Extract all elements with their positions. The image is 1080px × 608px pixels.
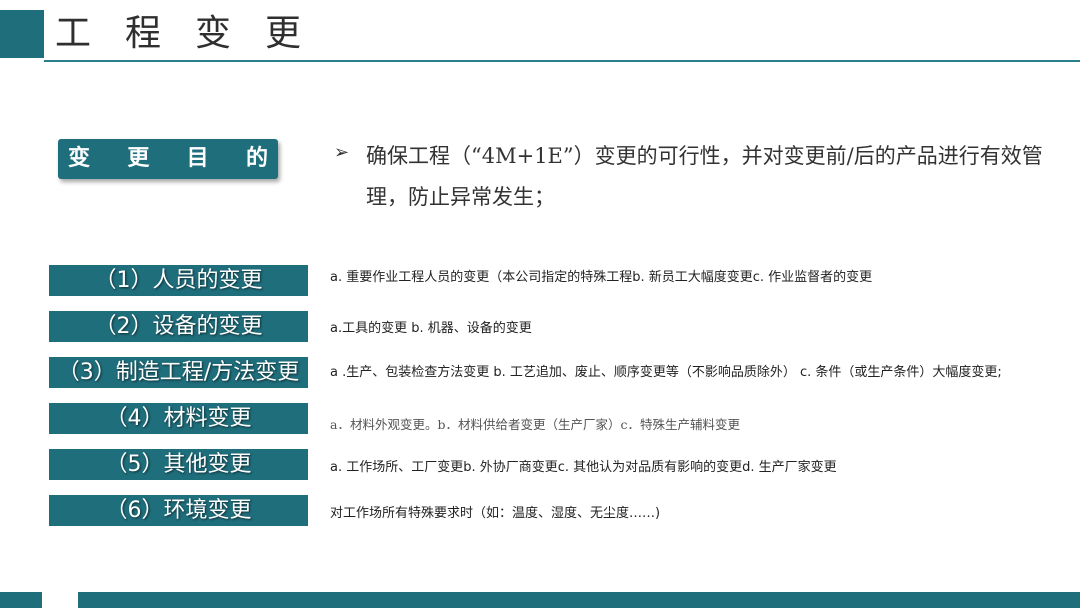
footer-bar xyxy=(78,592,1080,608)
header-accent-block xyxy=(0,10,44,58)
category-label-personnel: （1）人员的变更 xyxy=(49,265,308,296)
category-label-material: （4）材料变更 xyxy=(49,403,308,434)
category-label-other: （5）其他变更 xyxy=(49,449,308,480)
category-label-equipment: （2）设备的变更 xyxy=(49,311,308,342)
purpose-badge-char: 的 xyxy=(245,146,268,171)
category-desc-equipment: a.工具的变更 b. 机器、设备的变更 xyxy=(330,321,532,336)
category-label-process: （3）制造工程/方法变更 xyxy=(49,357,308,388)
category-desc-other: a. 工作场所、工厂变更b. 外协厂商变更c. 其他认为对品质有影响的变更d. … xyxy=(330,460,837,475)
category-desc-personnel: a. 重要作业工程人员的变更（本公司指定的特殊工程b. 新员工大幅度变更c. 作… xyxy=(330,270,873,285)
purpose-text: 确保工程（“4M+1E”）变更的可行性，并对变更前/后的产品进行有效管理，防止异… xyxy=(366,144,1043,209)
footer-accent-block xyxy=(0,592,42,608)
page-title: 工程变更 xyxy=(55,13,336,54)
header-divider xyxy=(44,60,1080,62)
purpose-badge-char: 目 xyxy=(186,146,209,171)
category-desc-material: a．材料外观变更。b．材料供给者变更（生产厂家）c．特殊生产辅料变更 xyxy=(330,417,740,432)
purpose-badge: 变 更 目 的 xyxy=(58,139,278,179)
category-label-environment: （6）环境变更 xyxy=(49,495,308,526)
category-desc-process: a .生产、包装检查方法变更 b. 工艺追加、废止、顺序变更等（不影响品质除外）… xyxy=(330,365,1002,380)
category-desc-environment: 对工作场所有特殊要求时（如：温度、湿度、无尘度……) xyxy=(330,506,661,521)
arrow-bullet-icon: ➢ xyxy=(334,142,350,163)
purpose-badge-char: 更 xyxy=(127,146,150,171)
purpose-badge-char: 变 xyxy=(68,146,91,171)
